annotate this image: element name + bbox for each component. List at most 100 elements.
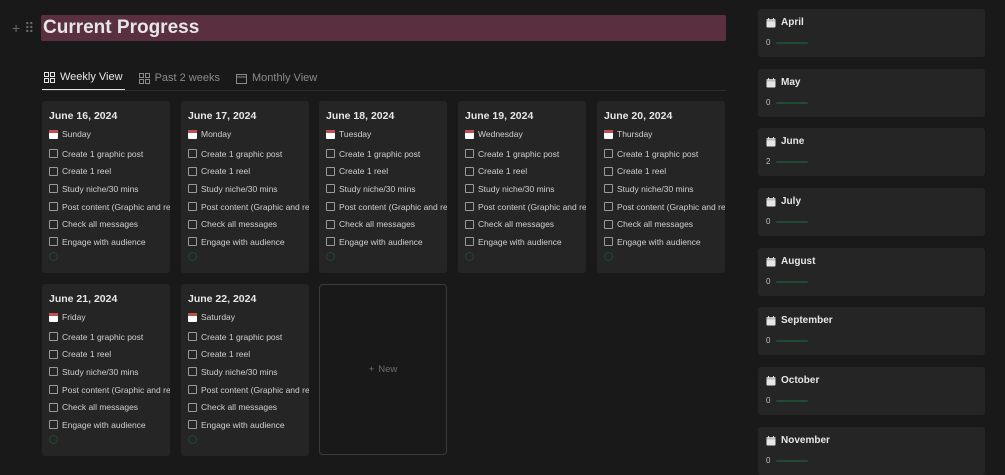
tab-monthly-view[interactable]: Monthly View	[234, 70, 319, 91]
task-checkbox[interactable]	[188, 202, 197, 212]
task-checkbox[interactable]	[326, 166, 335, 176]
task-checkbox[interactable]	[604, 149, 613, 159]
task-checkbox[interactable]	[188, 166, 197, 176]
month-card[interactable]: October 0	[758, 367, 985, 415]
task-label: Check all messages	[201, 402, 278, 413]
task-checkbox[interactable]	[604, 166, 613, 176]
task-checkbox[interactable]	[49, 402, 58, 412]
task-list: Create 1 graphic post Create 1 reel Study …	[465, 145, 586, 251]
task-label: Study niche/30 mins	[62, 366, 139, 377]
day-card[interactable]: June 22, 2024 Saturday Create 1 graphic po…	[181, 284, 309, 456]
card-day: Saturday	[188, 312, 235, 322]
month-card[interactable]: May 0	[758, 69, 985, 117]
add-block-icon[interactable]: +	[12, 20, 20, 37]
month-count: 0	[766, 456, 771, 465]
task-label: Engage with audience	[339, 236, 423, 247]
day-card[interactable]: June 19, 2024 Wednesday Create 1 graphic p…	[458, 101, 586, 273]
task-checkbox[interactable]	[188, 237, 197, 247]
task-checkbox[interactable]	[465, 237, 474, 247]
task-checkbox[interactable]	[188, 402, 197, 412]
progress-ring-icon	[465, 252, 474, 261]
drag-handle-icon[interactable]: ⠿	[24, 20, 34, 37]
task-checkbox[interactable]	[49, 385, 58, 395]
task-checkbox[interactable]	[188, 367, 197, 377]
day-card[interactable]: June 16, 2024 Sunday Create 1 graphic post…	[42, 101, 170, 273]
task-checkbox[interactable]	[49, 184, 58, 194]
task-checkbox[interactable]	[465, 149, 474, 159]
tab-past-2-weeks[interactable]: Past 2 weeks	[137, 70, 222, 91]
task-checkbox[interactable]	[604, 237, 613, 247]
new-card-label: New	[378, 364, 398, 375]
task-item: Study niche/30 mins	[49, 180, 170, 198]
task-checkbox[interactable]	[188, 332, 197, 342]
month-name: October	[781, 375, 820, 386]
task-item: Study niche/30 mins	[604, 180, 725, 198]
day-label: Saturday	[201, 312, 236, 322]
task-item: Create 1 graphic post	[49, 145, 170, 163]
task-checkbox[interactable]	[188, 219, 197, 229]
task-item: Engage with audience	[604, 233, 725, 251]
task-checkbox[interactable]	[604, 184, 613, 194]
progress-ring-icon	[326, 252, 335, 261]
task-label: Engage with audience	[617, 236, 701, 247]
task-checkbox[interactable]	[49, 332, 58, 342]
task-checkbox[interactable]	[326, 184, 335, 194]
calendar-icon	[49, 129, 58, 139]
task-label: Create 1 reel	[62, 349, 112, 360]
month-name: June	[781, 136, 805, 147]
task-checkbox[interactable]	[188, 385, 197, 395]
task-checkbox[interactable]	[49, 349, 58, 359]
progress-bar	[776, 460, 808, 462]
task-checkbox[interactable]	[188, 420, 197, 430]
task-checkbox[interactable]	[49, 420, 58, 430]
task-checkbox[interactable]	[326, 149, 335, 159]
progress-ring-icon	[49, 435, 58, 444]
month-card[interactable]: June 2	[758, 128, 985, 176]
month-card[interactable]: September 0	[758, 307, 985, 355]
month-count: 0	[766, 38, 771, 47]
page-title-bar: Current Progress	[41, 15, 726, 41]
month-card[interactable]: August 0	[758, 248, 985, 296]
task-checkbox[interactable]	[49, 237, 58, 247]
task-checkbox[interactable]	[604, 202, 613, 212]
task-checkbox[interactable]	[49, 202, 58, 212]
month-name: November	[781, 435, 830, 446]
task-checkbox[interactable]	[465, 219, 474, 229]
progress-ring-icon	[188, 435, 197, 444]
task-checkbox[interactable]	[49, 149, 58, 159]
task-checkbox[interactable]	[188, 184, 197, 194]
day-card[interactable]: June 21, 2024 Friday Create 1 graphic post…	[42, 284, 170, 456]
month-name: April	[781, 17, 804, 28]
day-card[interactable]: June 18, 2024 Tuesday Create 1 graphic pos…	[319, 101, 447, 273]
task-checkbox[interactable]	[604, 219, 613, 229]
card-date: June 19, 2024	[465, 110, 534, 122]
task-checkbox[interactable]	[49, 166, 58, 176]
task-item: Create 1 reel	[326, 163, 447, 181]
new-card-button[interactable]: + New	[319, 284, 447, 455]
month-card[interactable]: April 0	[758, 9, 985, 57]
tab-weekly-view[interactable]: Weekly View	[42, 70, 125, 91]
tabs-divider	[42, 90, 725, 91]
day-card[interactable]: June 20, 2024 Thursday Create 1 graphic po…	[597, 101, 725, 273]
task-checkbox[interactable]	[49, 367, 58, 377]
month-title: August	[766, 256, 815, 267]
task-label: Study niche/30 mins	[617, 183, 694, 194]
task-checkbox[interactable]	[465, 184, 474, 194]
task-checkbox[interactable]	[188, 149, 197, 159]
task-checkbox[interactable]	[465, 202, 474, 212]
task-checkbox[interactable]	[326, 202, 335, 212]
task-checkbox[interactable]	[465, 166, 474, 176]
month-card[interactable]: July 0	[758, 188, 985, 236]
block-handle[interactable]: + ⠿	[12, 20, 34, 37]
task-label: Create 1 graphic post	[617, 148, 699, 159]
progress-bar	[776, 102, 808, 104]
task-checkbox[interactable]	[49, 219, 58, 229]
page-title[interactable]: Current Progress	[43, 17, 199, 39]
task-checkbox[interactable]	[326, 237, 335, 247]
task-label: Post content (Graphic and reel)	[339, 201, 447, 212]
task-checkbox[interactable]	[326, 219, 335, 229]
task-label: Create 1 graphic post	[339, 148, 421, 159]
month-card[interactable]: November 0	[758, 427, 985, 475]
day-card[interactable]: June 17, 2024 Monday Create 1 graphic post…	[181, 101, 309, 273]
task-checkbox[interactable]	[188, 349, 197, 359]
